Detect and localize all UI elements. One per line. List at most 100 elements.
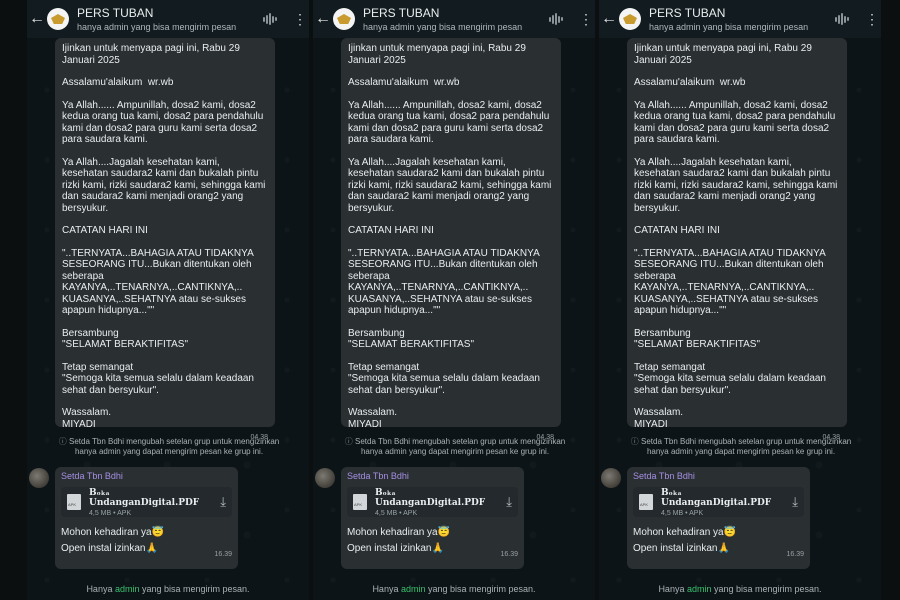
message-bubble[interactable]: Ijinkan untuk menyapa pagi ini, Rabu 29 … [627,38,847,441]
group-title: PERS TUBAN [363,6,440,20]
arrow-left-icon[interactable]: ← [315,10,333,28]
header-titles[interactable]: PERS TUBAN hanya admin yang bisa mengiri… [77,6,263,32]
system-notice-text: Setda Tbn Bdhi mengubah setelan grup unt… [641,437,852,456]
message-paragraph: "..TERNYATA...BAHAGIA ATAU TIDAKNYA SESE… [348,247,542,317]
message-paragraph: Ya Allah...... Ampunillah, dosa2 kami, d… [634,99,839,146]
group-title: PERS TUBAN [77,6,154,20]
message-paragraph: Wassalam. MIYADI [348,407,398,430]
chat-header: ← PERS TUBAN hanya admin yang bisa mengi… [599,0,881,38]
message-paragraph: Ya Allah....Jagalah kesehatan kami, kese… [348,156,555,214]
group-avatar[interactable] [47,8,69,30]
footer-admin: admin [400,584,426,594]
message-paragraph: CATATAN HARI INI [634,225,720,236]
message-paragraph: Bersambung "SELAMAT BERAKTIFITAS" [634,327,761,351]
waveform-icon[interactable] [263,13,277,25]
group-subtitle: hanya admin yang bisa mengirim pesan [649,22,809,32]
message-paragraph: Assalamu'alaikum wr.wb [348,77,460,88]
document-meta: 4,5 MB • APK [375,509,418,517]
message-bubble-2[interactable]: Setda Tbn Bdhi Bₒₖₐ UndanganDigital.PDF … [627,467,810,569]
system-notice: ⓘ Setda Tbn Bdhi mengubah setelan grup u… [337,437,573,457]
sender-avatar[interactable] [601,468,621,488]
info-icon: ⓘ [344,437,355,446]
sender-name[interactable]: Setda Tbn Bdhi [633,471,804,481]
message-paragraph: "..TERNYATA...BAHAGIA ATAU TIDAKNYA SESE… [62,247,256,317]
footer-notice: Hanya admin yang bisa mengirim pesan. [599,584,881,594]
document-icon [67,494,81,510]
chat-panel-3: ← PERS TUBAN hanya admin yang bisa mengi… [599,0,881,600]
info-icon: ⓘ [630,437,641,446]
download-icon[interactable]: ⤓ [506,494,512,510]
message-paragraph: Tetap semangat "Semoga kita semua selalu… [634,361,826,396]
message-paragraph: Ya Allah....Jagalah kesehatan kami, kese… [634,156,841,214]
footer-admin: admin [686,584,712,594]
sender-avatar[interactable] [29,468,49,488]
footer-notice: Hanya admin yang bisa mengirim pesan. [313,584,595,594]
footer-admin: admin [114,584,140,594]
message-paragraph: Assalamu'alaikum wr.wb [634,77,746,88]
message-paragraph: Ya Allah...... Ampunillah, dosa2 kami, d… [348,99,553,146]
garuda-logo-icon [337,14,351,24]
document-meta: 4,5 MB • APK [661,509,704,517]
sender-avatar[interactable] [315,468,335,488]
document-icon [353,494,367,510]
footer-notice: Hanya admin yang bisa mengirim pesan. [27,584,309,594]
group-avatar[interactable] [333,8,355,30]
group-subtitle: hanya admin yang bisa mengirim pesan [363,22,523,32]
document-attachment[interactable]: Bₒₖₐ UndanganDigital.PDF 4,5 MB • APK ⤓ [347,487,518,517]
sender-name[interactable]: Setda Tbn Bdhi [61,471,232,481]
system-notice-text: Setda Tbn Bdhi mengubah setelan grup unt… [69,437,280,456]
message-paragraphs: Ijinkan untuk menyapa pagi ini, Rabu 29 … [634,43,840,430]
arrow-left-icon[interactable]: ← [29,10,47,28]
message-paragraph: Bersambung "SELAMAT BERAKTIFITAS" [348,327,475,351]
system-notice-text: Setda Tbn Bdhi mengubah setelan grup unt… [355,437,566,456]
arrow-left-icon[interactable]: ← [601,10,619,28]
info-icon: ⓘ [58,437,69,446]
document-name: Bₒₖₐ UndanganDigital.PDF [375,487,486,508]
document-meta: 4,5 MB • APK [89,509,132,517]
message-paragraphs: Ijinkan untuk menyapa pagi ini, Rabu 29 … [348,43,554,430]
waveform-icon[interactable] [835,13,849,25]
message-bubble-2[interactable]: Setda Tbn Bdhi Bₒₖₐ UndanganDigital.PDF … [55,467,238,569]
footer-prefix: Hanya [372,584,401,594]
garuda-logo-icon [623,14,637,24]
header-titles[interactable]: PERS TUBAN hanya admin yang bisa mengiri… [649,6,835,32]
more-vert-icon[interactable]: ⋮ [579,11,593,28]
system-notice: ⓘ Setda Tbn Bdhi mengubah setelan grup u… [51,437,287,457]
group-subtitle: hanya admin yang bisa mengirim pesan [77,22,237,32]
footer-prefix: Hanya [86,584,115,594]
document-attachment[interactable]: Bₒₖₐ UndanganDigital.PDF 4,5 MB • APK ⤓ [61,487,232,517]
message-paragraph: CATATAN HARI INI [62,225,148,236]
message-bubble[interactable]: Ijinkan untuk menyapa pagi ini, Rabu 29 … [341,38,561,441]
message-paragraph: Assalamu'alaikum wr.wb [62,77,174,88]
message-paragraph: Tetap semangat "Semoga kita semua selalu… [348,361,540,396]
download-icon[interactable]: ⤓ [792,494,798,510]
group-avatar[interactable] [619,8,641,30]
download-icon[interactable]: ⤓ [220,494,226,510]
footer-suffix: yang bisa mengirim pesan. [139,584,250,594]
message-paragraphs: Ijinkan untuk menyapa pagi ini, Rabu 29 … [62,43,268,430]
message-paragraph: Wassalam. MIYADI [634,407,684,430]
message-line-1: Mohon kehadiran ya😇 [347,527,451,538]
chat-panel-1: ← PERS TUBAN hanya admin yang bisa mengi… [27,0,309,600]
message-paragraph: Ijinkan untuk menyapa pagi ini, Rabu 29 … [62,43,243,66]
document-attachment[interactable]: Bₒₖₐ UndanganDigital.PDF 4,5 MB • APK ⤓ [633,487,804,517]
header-titles[interactable]: PERS TUBAN hanya admin yang bisa mengiri… [363,6,549,32]
chat-panel-2: ← PERS TUBAN hanya admin yang bisa mengi… [313,0,595,600]
message-paragraph: CATATAN HARI INI [348,225,434,236]
sender-name[interactable]: Setda Tbn Bdhi [347,471,518,481]
message-paragraph: Wassalam. MIYADI [62,407,112,430]
message-bubble[interactable]: Ijinkan untuk menyapa pagi ini, Rabu 29 … [55,38,275,441]
more-vert-icon[interactable]: ⋮ [293,11,307,28]
message-paragraph: Ya Allah...... Ampunillah, dosa2 kami, d… [62,99,267,146]
message-line-1: Mohon kehadiran ya😇 [61,527,165,538]
footer-prefix: Hanya [658,584,687,594]
chat-header: ← PERS TUBAN hanya admin yang bisa mengi… [27,0,309,38]
more-vert-icon[interactable]: ⋮ [865,11,879,28]
group-title: PERS TUBAN [649,6,726,20]
waveform-icon[interactable] [549,13,563,25]
message-paragraph: Bersambung "SELAMAT BERAKTIFITAS" [62,327,189,351]
message-paragraph: Ya Allah....Jagalah kesehatan kami, kese… [62,156,269,214]
document-icon [639,494,653,510]
message-line-1: Mohon kehadiran ya😇 [633,527,737,538]
message-bubble-2[interactable]: Setda Tbn Bdhi Bₒₖₐ UndanganDigital.PDF … [341,467,524,569]
